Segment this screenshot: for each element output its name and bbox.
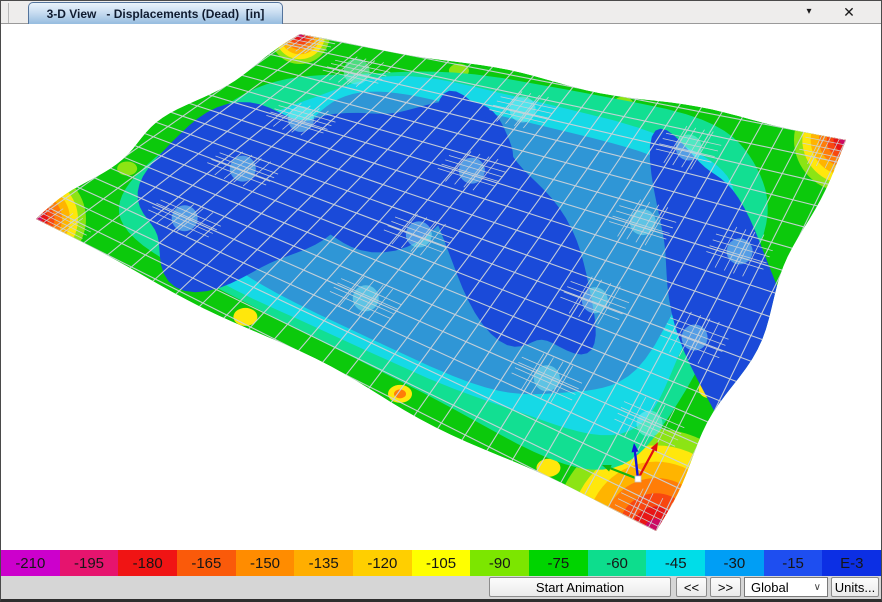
- legend-band: -105: [412, 550, 471, 576]
- app-window: 3-D View - Displacements (Dead) [in] ▾ ✕…: [0, 0, 882, 602]
- tab-menu-icon[interactable]: ▾: [799, 1, 819, 23]
- legend-band: -180: [118, 550, 177, 576]
- legend-band: -135: [294, 550, 353, 576]
- legend-band-label: -45: [665, 555, 687, 572]
- legend-band-label: -30: [724, 555, 746, 572]
- legend-band: E-3: [822, 550, 881, 576]
- legend-band: -75: [529, 550, 588, 576]
- legend-band-label: -75: [548, 555, 570, 572]
- legend-band-label: -105: [426, 555, 456, 572]
- legend-band: -210: [1, 550, 60, 576]
- legend-band-label: -135: [309, 555, 339, 572]
- step-forward-button[interactable]: >>: [710, 577, 741, 597]
- units-button[interactable]: Units...: [831, 577, 879, 597]
- legend-band-label: -60: [606, 555, 628, 572]
- contour-legend: -210 -195 -180 -165 -150 -135 -120 -105 -90 -75 -6…: [1, 550, 881, 576]
- legend-band-label: -210: [15, 555, 45, 572]
- legend-band-label: -90: [489, 555, 511, 572]
- legend-band-label: -15: [782, 555, 804, 572]
- legend-band: -165: [177, 550, 236, 576]
- legend-band-label: -195: [74, 555, 104, 572]
- legend-band-label: E-3: [840, 555, 863, 572]
- view-tab[interactable]: 3-D View - Displacements (Dead) [in]: [28, 2, 283, 24]
- legend-band-label: -120: [367, 555, 397, 572]
- legend-band: -120: [353, 550, 412, 576]
- legend-band: -30: [705, 550, 764, 576]
- view-tab-title: 3-D View - Displacements (Dead) [in]: [47, 7, 265, 21]
- coordinate-system-value: Global: [751, 580, 789, 595]
- legend-band: -45: [646, 550, 705, 576]
- legend-band-label: -150: [250, 555, 280, 572]
- legend-band: -15: [764, 550, 823, 576]
- legend-band-label: -180: [133, 555, 163, 572]
- 3d-view-canvas[interactable]: [1, 24, 881, 550]
- tab-bar: 3-D View - Displacements (Dead) [in] ▾ ✕: [1, 1, 881, 24]
- legend-band-label: -165: [191, 555, 221, 572]
- coordinate-system-select[interactable]: Global ∨: [744, 577, 828, 597]
- legend-band: -60: [588, 550, 647, 576]
- tab-strip-edge: [8, 3, 9, 23]
- close-icon[interactable]: ✕: [837, 1, 861, 23]
- legend-band: -195: [60, 550, 119, 576]
- chevron-down-icon: ∨: [814, 582, 821, 593]
- legend-band: -90: [470, 550, 529, 576]
- step-back-button[interactable]: <<: [676, 577, 707, 597]
- legend-band: -150: [236, 550, 295, 576]
- start-animation-button[interactable]: Start Animation: [489, 577, 671, 597]
- control-bar: Start Animation << >> Global ∨ Units...: [1, 576, 881, 599]
